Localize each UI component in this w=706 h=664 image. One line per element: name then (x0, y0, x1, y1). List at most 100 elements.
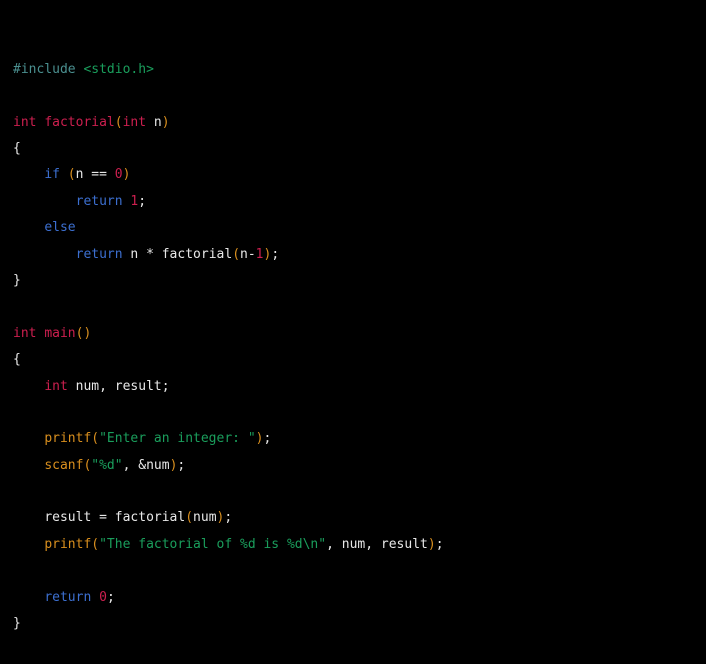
code-token-punct: ; (271, 246, 280, 262)
code-line[interactable]: return n * factorial(n-1); (13, 242, 706, 268)
code-token-keyword: if (44, 167, 60, 183)
code-token-number: 1 (255, 246, 264, 262)
code-token-ident: factorial (161, 246, 233, 262)
code-token-ident: num (341, 536, 366, 552)
code-line[interactable]: return 0; (13, 585, 706, 611)
code-token-ident: result (114, 378, 162, 394)
code-token-string: "%d" (91, 457, 123, 473)
code-line[interactable] (13, 400, 706, 426)
code-line[interactable]: result = factorial(num); (13, 505, 706, 531)
code-token-brace: } (13, 616, 21, 632)
code-token-operator: - (247, 246, 256, 262)
code-token-number: 0 (114, 167, 123, 183)
code-line[interactable]: printf("Enter an integer: "); (13, 426, 706, 452)
code-line[interactable]: printf("The factorial of %d is %d\n", nu… (13, 532, 706, 558)
code-token-builtin: printf (44, 431, 92, 447)
code-line[interactable]: } (13, 268, 706, 294)
code-token-punct: , (326, 536, 334, 552)
code-token-string: <stdio.h> (83, 61, 154, 77)
code-token-builtin: scanf (44, 457, 84, 473)
code-line[interactable]: return 1; (13, 189, 706, 215)
code-token-string: "Enter an integer: " (99, 431, 256, 447)
code-token-punct: ; (138, 193, 147, 209)
code-token-keyword: else (44, 220, 76, 236)
code-token-brace: { (13, 140, 21, 156)
code-token-paren: ) (83, 325, 92, 341)
code-token-punct: ; (106, 589, 115, 605)
code-line[interactable] (13, 83, 706, 109)
code-token-operator: * (146, 246, 154, 262)
code-line[interactable]: int main() (13, 321, 706, 347)
code-token-type: int (122, 114, 147, 130)
code-line[interactable]: } (13, 611, 706, 637)
code-token-operator: & (138, 457, 147, 473)
code-token-punct: ; (161, 378, 170, 394)
code-token-builtin: printf (44, 536, 92, 552)
code-line[interactable]: else (13, 215, 706, 241)
code-line[interactable]: { (13, 347, 706, 373)
code-token-operator: == (91, 167, 107, 183)
code-token-paren: ) (161, 114, 170, 130)
code-token-punct: , (365, 536, 374, 552)
code-token-paren: ( (67, 167, 76, 183)
code-line[interactable] (13, 294, 706, 320)
code-token-paren: ( (91, 431, 100, 447)
code-token-preproc: #include (13, 61, 76, 77)
code-token-funcdef: factorial (44, 114, 115, 130)
code-token-keyword: return (75, 193, 123, 209)
code-token-punct: ; (263, 431, 272, 447)
code-line[interactable]: { (13, 136, 706, 162)
code-token-ident: result (44, 510, 92, 526)
code-token-keyword: return (44, 589, 92, 605)
code-token-punct: ; (177, 457, 186, 473)
code-token-punct: , (99, 378, 107, 394)
code-token-ident: num (193, 510, 217, 526)
code-token-ident: result (380, 536, 428, 552)
code-token-keyword: return (75, 246, 123, 262)
code-token-paren: ) (122, 167, 131, 183)
code-token-brace: } (13, 272, 21, 288)
code-line[interactable]: if (n == 0) (13, 162, 706, 188)
code-token-paren: ( (91, 536, 100, 552)
code-token-ident: n (153, 114, 162, 130)
code-line[interactable] (13, 479, 706, 505)
code-token-paren: ) (427, 536, 436, 552)
code-line[interactable]: int num, result; (13, 374, 706, 400)
code-editor-viewport[interactable]: #include <stdio.h> int factorial(int n){… (0, 0, 706, 631)
code-token-paren: ( (114, 114, 123, 130)
code-token-brace: { (13, 352, 21, 368)
code-line[interactable] (13, 558, 706, 584)
code-token-number: 0 (99, 589, 107, 605)
code-line[interactable]: #include <stdio.h> (13, 57, 706, 83)
code-token-ident: num (146, 457, 170, 473)
code-token-type: int (13, 114, 37, 130)
code-token-string: "The factorial of %d is %d\n" (99, 536, 327, 552)
code-token-operator: = (99, 510, 107, 526)
code-lines-container[interactable]: #include <stdio.h> int factorial(int n){… (13, 57, 706, 638)
code-token-ident: n (240, 246, 248, 262)
code-token-paren: ( (185, 510, 194, 526)
code-token-punct: ; (435, 536, 444, 552)
code-line[interactable]: int factorial(int n) (13, 110, 706, 136)
code-token-punct: ; (224, 510, 233, 526)
code-token-ident: factorial (114, 510, 186, 526)
code-line[interactable]: scanf("%d", &num); (13, 453, 706, 479)
